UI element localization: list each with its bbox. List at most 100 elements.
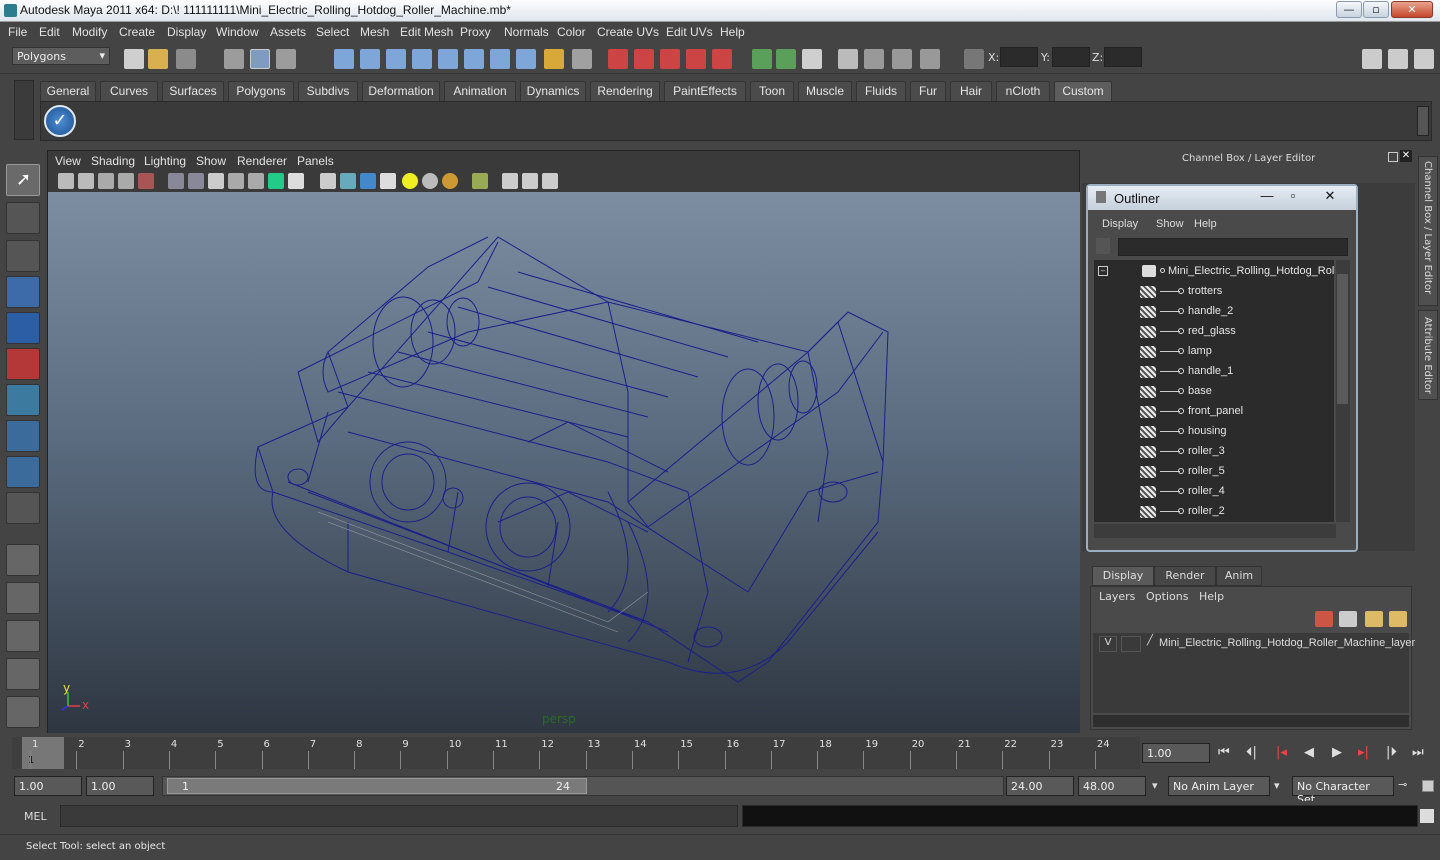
time-ruler[interactable]: 1 1 2 3 4 5 6 7 8 9 10 11 12 13 14 15 16 17 18 19 20 21 22 23 2… [12,737,1140,769]
shelf-scroll-arrows[interactable] [1417,106,1429,136]
float-panel-icon[interactable] [1388,152,1398,162]
menu-edit-uvs[interactable]: Edit UVs [666,25,713,39]
select-by-component-icon[interactable] [276,49,296,69]
save-scene-icon[interactable] [176,49,196,69]
move-layer-up-icon[interactable] [1315,611,1333,627]
layer-visibility-toggle[interactable]: V [1099,636,1117,652]
tab-hair[interactable]: Hair [950,81,992,101]
construction-history-icon[interactable] [608,49,628,69]
outliner-search-field[interactable] [1118,238,1348,256]
viewport-menu-renderer[interactable]: Renderer [237,154,287,168]
lock-icon[interactable] [544,49,564,69]
outliner-item-roller-4[interactable]: roller_4 [1094,482,1334,502]
side-tab-attribute-editor[interactable]: Attribute Editor [1418,310,1438,400]
key-icon[interactable]: ⊸ [1398,778,1407,791]
scale-tool-icon[interactable] [6,348,40,380]
new-layer-selected-icon[interactable] [1389,611,1407,627]
menu-edit-mesh[interactable]: Edit Mesh [400,25,453,39]
play-forward-icon[interactable]: ▶ [1332,745,1342,760]
hypershade-layout-icon[interactable] [6,696,40,728]
menu-color[interactable]: Color [557,25,586,39]
outliner-item-lamp[interactable]: lamp [1094,342,1334,362]
menu-help[interactable]: Help [720,25,745,39]
pick-mask-icon[interactable] [438,49,458,69]
range-slider[interactable]: 1 24 [162,776,1004,796]
paint-select-tool-icon[interactable] [6,240,40,272]
tab-rendering[interactable]: Rendering [590,81,660,101]
perspective-viewport[interactable]: y x persp [48,192,1080,733]
tab-curves[interactable]: Curves [100,81,158,101]
default-lighting-icon[interactable] [402,173,418,189]
outliner-item-trotters[interactable]: trotters [1094,282,1334,302]
outliner-item-front-panel[interactable]: front_panel [1094,402,1334,422]
step-back-key-icon[interactable]: ⏴| [1246,745,1257,760]
current-time-field[interactable]: 1.00 [1142,743,1210,763]
outliner-item-handle-1[interactable]: handle_1 [1094,362,1334,382]
outliner-filter-icon[interactable] [1096,238,1110,254]
ipr-render-icon[interactable] [686,49,706,69]
render-current-icon[interactable] [660,49,680,69]
snap-grid-icon[interactable] [334,49,354,69]
menu-assets[interactable]: Assets [270,25,306,39]
go-to-end-icon[interactable]: ⏭ [1412,745,1424,760]
last-tool-icon[interactable] [6,492,40,524]
anim-layer-dropdown[interactable]: No Anim Layer [1168,776,1270,796]
outliner-close-button[interactable]: ✕ [1310,188,1350,206]
outliner-minimize-button[interactable]: — [1256,188,1278,206]
channel-box-toggle-icon[interactable] [1414,49,1434,69]
isolate-select-icon[interactable] [472,173,488,189]
close-window-button[interactable]: ✕ [1391,1,1433,18]
tab-muscle[interactable]: Muscle [798,81,852,101]
smooth-shade-icon[interactable] [340,173,356,189]
close-panel-icon[interactable]: ✕ [1400,150,1412,162]
menu-proxy[interactable]: Proxy [460,25,491,39]
snap-curve-icon[interactable] [360,49,380,69]
image-plane-icon[interactable] [118,173,134,189]
outliner-menu-help[interactable]: Help [1194,218,1217,230]
lasso-tool-icon[interactable] [6,202,40,234]
graph-persp-layout-icon[interactable] [6,658,40,690]
xray-icon[interactable] [502,173,518,189]
layer-menu-help[interactable]: Help [1199,590,1224,603]
gate-mask-icon[interactable] [228,173,244,189]
layer-row[interactable]: V ╱ Mini_Electric_Rolling_Hotdog_Roller_… [1095,635,1415,653]
select-by-object-icon[interactable] [250,49,270,69]
playback-end-field[interactable]: 24.00 [1006,776,1074,796]
layer-tab-display[interactable]: Display [1092,566,1154,586]
character-set-dropdown[interactable]: No Character Set [1292,776,1394,806]
outliner-persp-layout-icon[interactable] [6,620,40,652]
clipboard-icon[interactable] [802,49,822,69]
step-forward-frame-icon[interactable]: ▸| [1358,745,1369,760]
outliner-item-roller-3[interactable]: roller_3 [1094,442,1334,462]
outliner-item-roller-5[interactable]: roller_5 [1094,462,1334,482]
tab-custom[interactable]: Custom [1054,81,1112,101]
soft-modification-icon[interactable] [6,420,40,452]
viewport-menu-show[interactable]: Show [196,154,226,168]
render-icon[interactable] [864,49,884,69]
highlight-selection-icon[interactable] [490,49,510,69]
outliner-item-base[interactable]: base [1094,382,1334,402]
safe-title-icon[interactable] [288,173,304,189]
menu-modify[interactable]: Modify [72,25,107,39]
attribute-editor-toggle-icon[interactable] [1362,49,1382,69]
step-forward-key-icon[interactable]: |⏵ [1386,745,1397,760]
tab-toon[interactable]: Toon [750,81,794,101]
viewport-menu-view[interactable]: View [55,154,81,168]
checkmark-shelf-icon[interactable]: ✓ [44,105,76,137]
outliner-horizontal-scrollbar[interactable] [1094,524,1336,538]
step-back-frame-icon[interactable]: |◂ [1276,745,1287,760]
move-tool-icon[interactable] [6,276,40,308]
menuset-dropdown[interactable]: Polygons ▾ [12,47,110,65]
select-tool-icon[interactable]: ➚ [6,164,40,196]
tab-painteffects[interactable]: PaintEffects [664,81,746,101]
current-frame-marker[interactable]: 1 [22,737,64,769]
y-coordinate-field[interactable] [1052,47,1090,67]
outliner-vertical-scrollbar[interactable] [1336,260,1350,522]
z-coordinate-field[interactable] [1104,47,1142,67]
safe-action-icon[interactable] [268,173,284,189]
menu-file[interactable]: File [8,25,27,39]
open-scene-icon[interactable] [148,49,168,69]
menu-create[interactable]: Create [119,25,155,39]
xray-joints-icon[interactable] [522,173,538,189]
range-slider-handle[interactable]: 1 24 [167,778,587,794]
